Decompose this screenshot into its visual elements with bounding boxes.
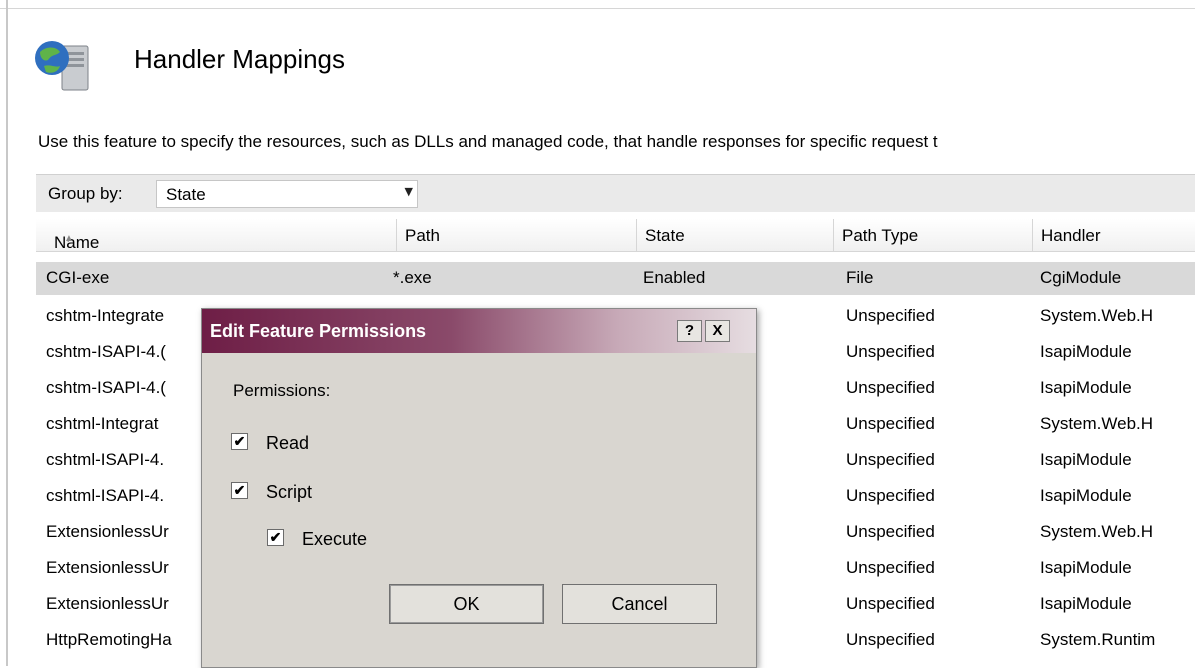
column-header-path-type[interactable]: Path Type [833,219,1033,251]
execute-checkbox[interactable]: ✔ [267,529,284,546]
dialog-titlebar[interactable]: Edit Feature Permissions ? X [202,309,756,353]
sort-ascending-icon: ▲ [64,233,74,244]
ok-button[interactable]: OK [389,584,544,624]
column-header-state[interactable]: State [636,219,834,251]
group-by-label: Group by: [48,184,123,203]
execute-label: Execute [302,529,368,549]
edit-feature-permissions-dialog: Edit Feature Permissions ? X Permissions… [201,308,757,668]
column-header-row: Name ▲ Path State Path Type Handler [36,219,1195,252]
server-globe-icon [35,41,89,91]
group-by-select[interactable]: State ▼ [156,180,418,208]
close-button[interactable]: X [705,320,730,342]
read-checkbox[interactable]: ✔ [231,433,248,450]
feature-description: Use this feature to specify the resource… [38,132,938,151]
column-header-path[interactable]: Path [396,219,637,251]
script-label: Script [266,482,313,502]
help-button[interactable]: ? [677,320,702,342]
permissions-label: Permissions: [233,381,331,400]
script-checkbox[interactable]: ✔ [231,482,248,499]
column-header-handler[interactable]: Handler [1032,219,1195,251]
group-by-value: State [166,185,206,204]
window-left-border [6,0,8,666]
dropdown-arrow-icon[interactable]: ▼ [405,185,413,198]
table-row[interactable]: CGI-exe *.exe Enabled File CgiModule [36,262,1195,295]
cancel-button[interactable]: Cancel [562,584,717,624]
column-header-name[interactable]: Name ▲ [36,219,397,252]
window-top-edge [0,0,1195,9]
page-title: Handler Mappings [134,44,346,74]
group-by-bar: Group by: State ▼ [36,174,1195,212]
dialog-title: Edit Feature Permissions [210,321,427,341]
read-label: Read [266,433,310,453]
